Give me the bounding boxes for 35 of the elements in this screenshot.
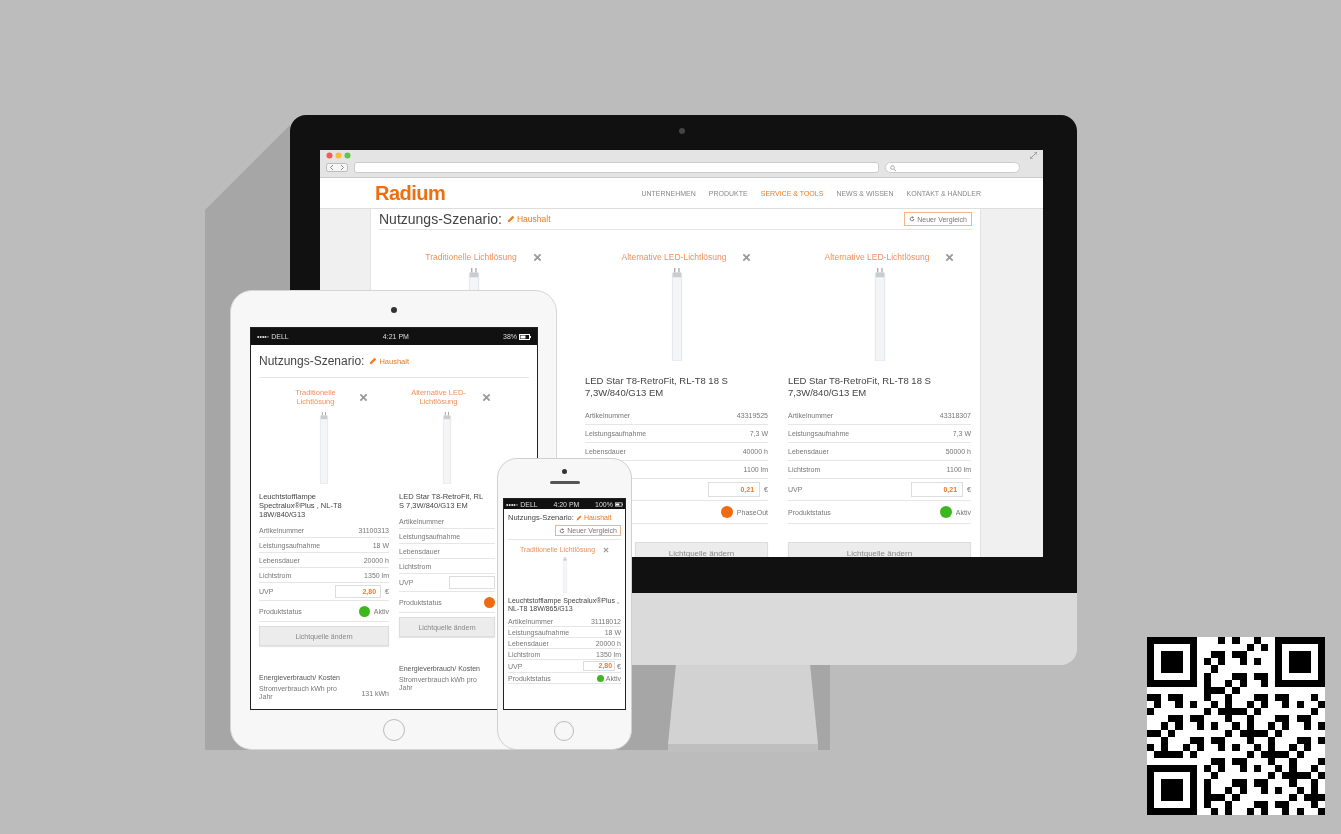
scenario-link[interactable]: Haushalt [516,214,551,224]
card-title: Traditionelle Lichtlösung [425,252,517,262]
close-icon[interactable] [603,546,610,553]
card-title: Alternative LED-Lichtlösung [824,252,930,262]
logo[interactable]: Radium [375,181,446,205]
card-title: Alternative LED-Lichtlösung [621,252,727,262]
page-heading: Nutzungs-Szenario: [259,354,365,368]
change-light-source-button[interactable]: Lichtquelle ändern [788,542,971,557]
refresh-icon [909,216,916,222]
battery-icon [519,333,531,340]
product-name: LED Star T8-RetroFit, RL-T8 18 S 7,3W/840/G13 EM [788,375,932,399]
close-icon[interactable] [358,392,368,402]
camera-icon [562,469,567,474]
change-light-source-button[interactable]: Lichtquelle ändern [635,542,768,557]
pencil-icon[interactable] [575,514,582,521]
product-name: LED Star T8-RetroFit, RL-T8 18 S 7,3W/840/G13 EM [585,375,729,399]
window-controls-icon [326,152,352,159]
fullscreen-icon[interactable] [1030,152,1037,159]
pencil-icon[interactable] [506,215,515,223]
close-icon[interactable] [481,392,491,402]
close-icon[interactable] [945,252,955,262]
back-forward-icon[interactable] [326,163,348,172]
speaker-icon [550,481,580,484]
price-field[interactable] [449,576,495,589]
page-heading: Nutzungs-Szenario: [379,211,502,227]
close-icon[interactable] [532,252,542,262]
camera-icon [391,307,397,313]
refresh-icon [559,527,566,534]
search-field[interactable] [885,162,1020,173]
search-icon [890,164,896,171]
pencil-icon[interactable] [369,357,378,365]
address-field[interactable] [354,162,879,173]
battery-icon [615,501,623,507]
close-icon[interactable] [742,252,752,262]
camera-icon [679,128,685,134]
